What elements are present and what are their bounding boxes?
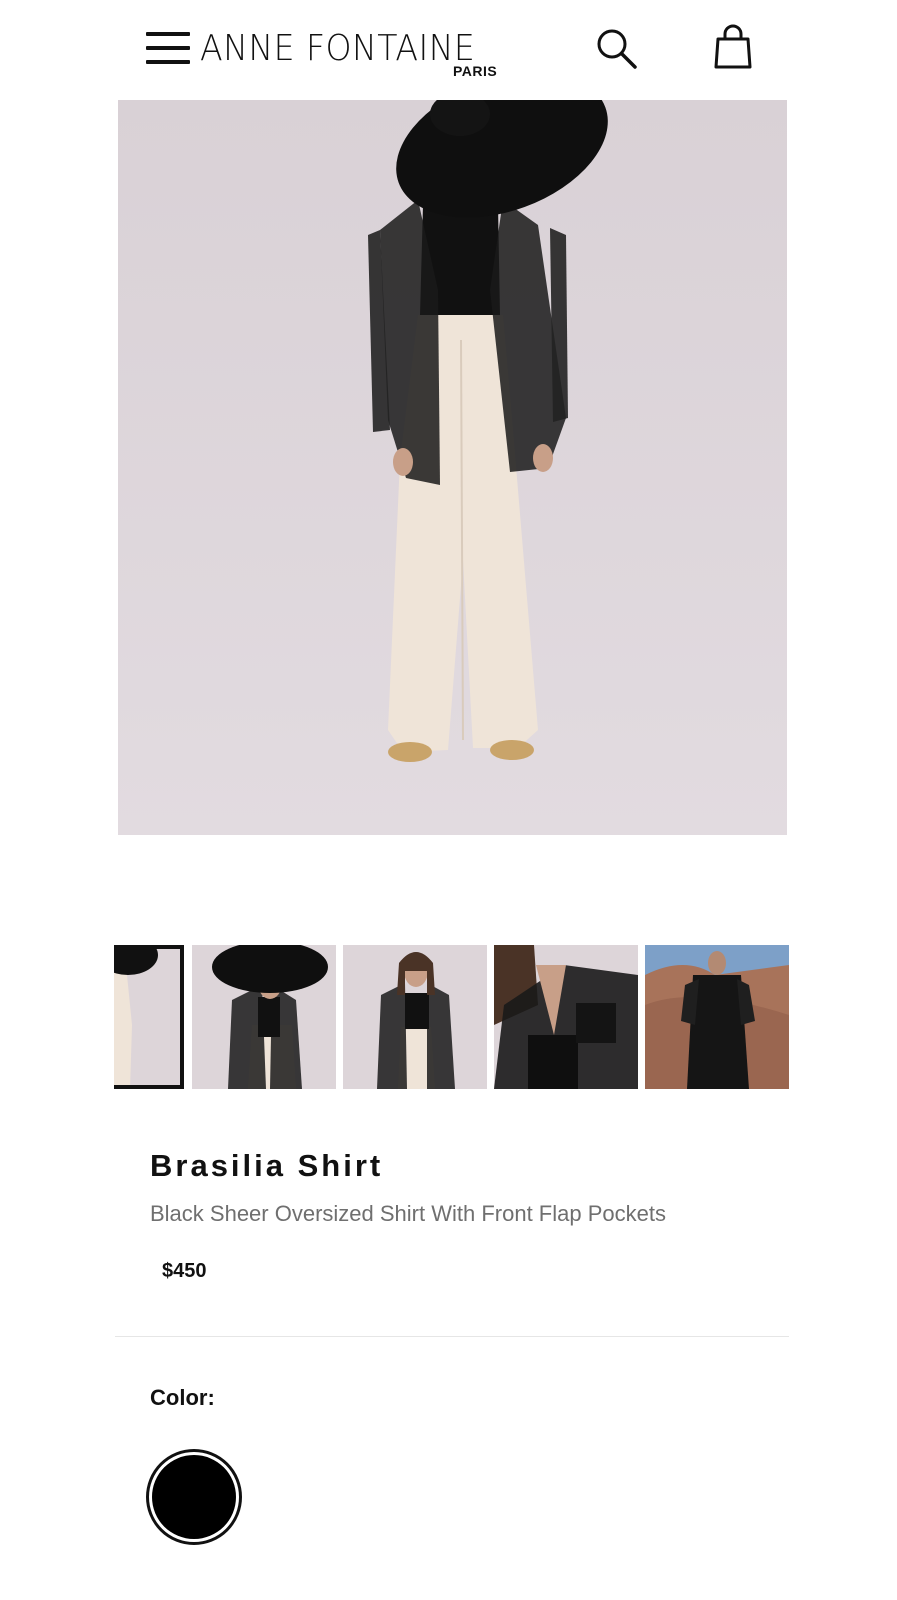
product-main-image[interactable] (118, 100, 787, 835)
brand-name: ANNE FONTAINE (200, 28, 476, 69)
shopping-bag-icon[interactable] (712, 24, 754, 70)
product-subtitle: Black Sheer Oversized Shirt With Front F… (150, 1201, 666, 1226)
thumbnail-5[interactable] (645, 945, 789, 1089)
thumbnail-strip (114, 943, 790, 1089)
thumbnail-4[interactable] (494, 945, 638, 1089)
color-swatch-fill (152, 1455, 236, 1539)
thumbnail-2[interactable] (192, 945, 336, 1089)
product-title: Brasilia Shirt (150, 1148, 384, 1183)
brand-subtitle: PARIS (453, 63, 498, 79)
brand-logo[interactable]: ANNE FONTAINE PARIS (200, 24, 510, 80)
color-swatch-black[interactable] (146, 1449, 242, 1545)
product-price: $450 (162, 1260, 207, 1282)
section-divider (115, 1336, 789, 1337)
color-label: Color: (150, 1385, 215, 1410)
hamburger-menu-icon[interactable] (146, 30, 190, 66)
thumbnail-3[interactable] (343, 945, 487, 1089)
search-icon[interactable] (596, 28, 638, 70)
thumbnail-1[interactable] (114, 945, 184, 1089)
